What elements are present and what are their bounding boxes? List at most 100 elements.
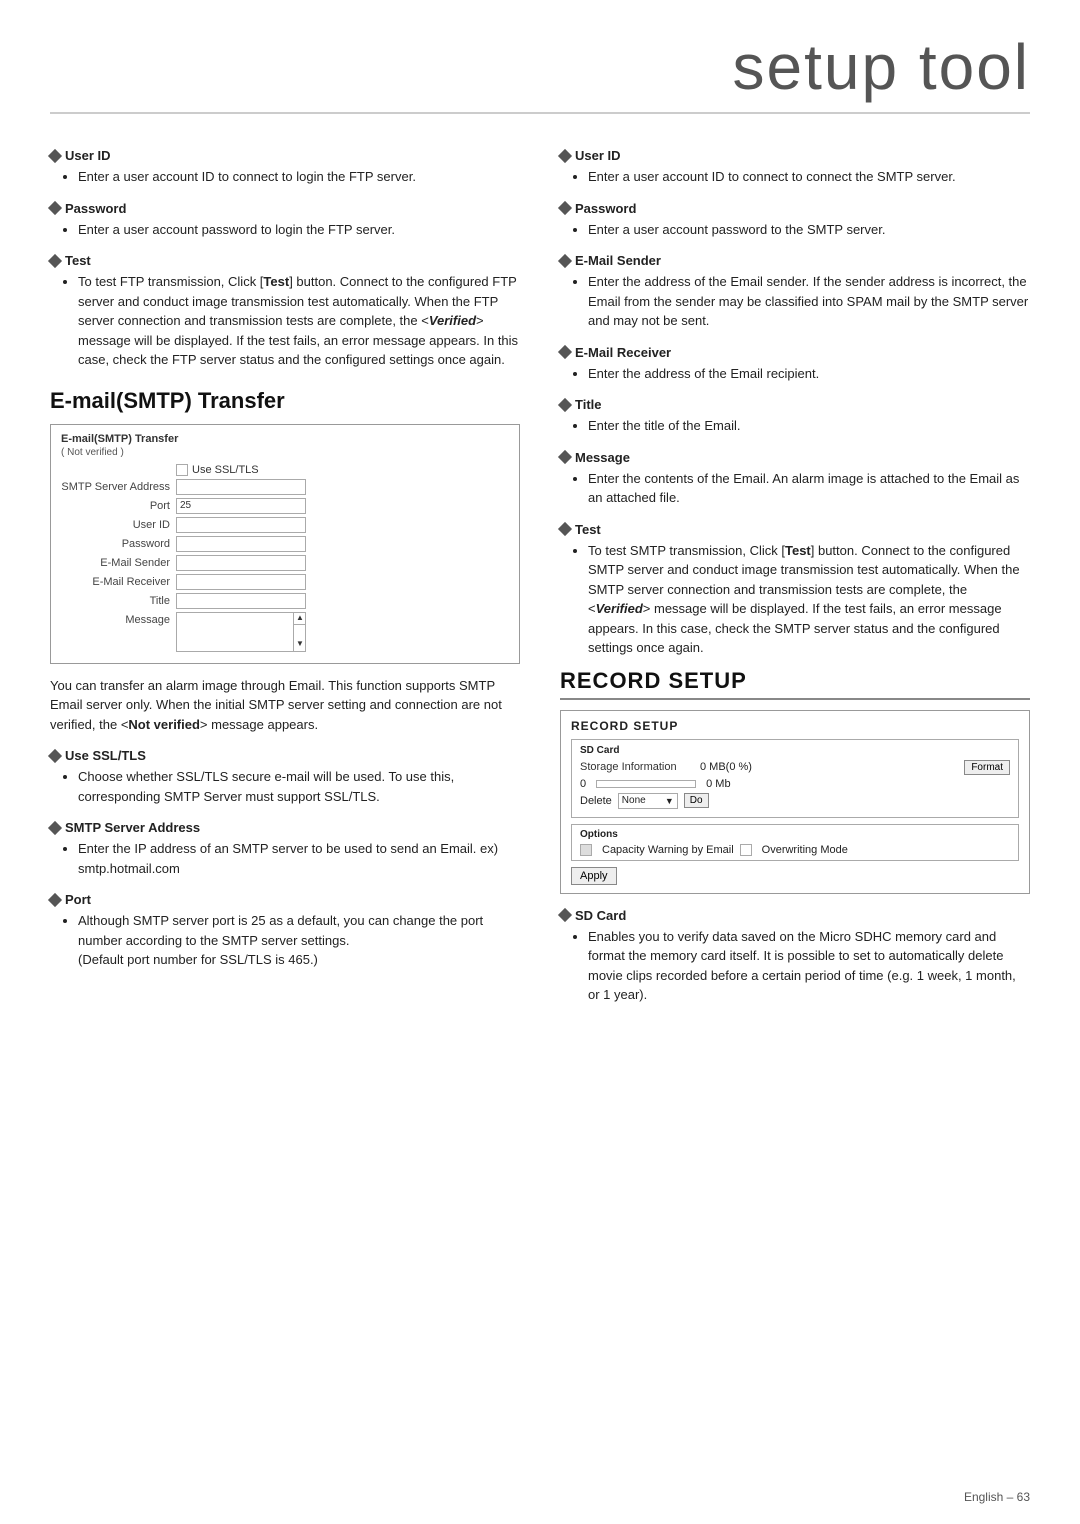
scroll-up-icon[interactable]: ▲ <box>294 613 306 625</box>
capacity-warning-checkbox[interactable] <box>580 844 592 856</box>
footer: English – 63 <box>964 1490 1030 1504</box>
section-right-test: Test <box>560 522 1030 537</box>
progress-left-value: 0 <box>580 778 586 790</box>
port-input[interactable]: 25 <box>176 498 306 514</box>
section-use-ssl: Use SSL/TLS <box>50 748 520 763</box>
diamond-icon <box>48 892 62 906</box>
list-item: Choose whether SSL/TLS secure e-mail wil… <box>78 767 520 806</box>
section-left-test: Test <box>50 253 520 268</box>
section-left-user-id: User ID <box>50 148 520 163</box>
title-row: Title <box>61 593 509 609</box>
password-input[interactable] <box>176 536 306 552</box>
message-scrollbar: ▲ ▼ <box>293 613 305 651</box>
email-smtp-description: You can transfer an alarm image through … <box>50 676 520 735</box>
message-row: Message ▲ ▼ <box>61 612 509 652</box>
list-item: Enter the address of the Email sender. I… <box>588 272 1030 331</box>
main-content: User ID Enter a user account ID to conne… <box>50 134 1030 1011</box>
diamond-icon <box>48 253 62 267</box>
diamond-icon <box>48 148 62 162</box>
diamond-icon <box>558 908 572 922</box>
ui-box-subtitle: ( Not verified ) <box>61 447 509 458</box>
list-item: Enter the contents of the Email. An alar… <box>588 469 1030 508</box>
diamond-icon <box>558 450 572 464</box>
title-input[interactable] <box>176 593 306 609</box>
ssl-tls-label: Use SSL/TLS <box>192 464 259 476</box>
section-port: Port <box>50 892 520 907</box>
record-setup-title: RECORD SETUP <box>560 668 1030 700</box>
overwriting-mode-checkbox[interactable] <box>740 844 752 856</box>
list-item: To test FTP transmission, Click [Test] b… <box>78 272 520 370</box>
left-test-bullets: To test FTP transmission, Click [Test] b… <box>50 272 520 370</box>
title-bullets: Enter the title of the Email. <box>560 416 1030 436</box>
list-item: Although SMTP server port is 25 as a def… <box>78 911 520 970</box>
diamond-icon <box>48 201 62 215</box>
email-receiver-bullets: Enter the address of the Email recipient… <box>560 364 1030 384</box>
email-receiver-input[interactable] <box>176 574 306 590</box>
do-button[interactable]: Do <box>684 793 709 808</box>
storage-info-label: Storage Information <box>580 761 700 773</box>
email-sender-label: E-Mail Sender <box>61 557 176 569</box>
page: setup tool User ID Enter a user account … <box>0 0 1080 1524</box>
email-receiver-label: E-Mail Receiver <box>61 576 176 588</box>
section-title: Title <box>560 397 1030 412</box>
delete-row: Delete None ▼ Do <box>580 793 1010 809</box>
left-password-bullets: Enter a user account password to login t… <box>50 220 520 240</box>
ssl-tls-row: Use SSL/TLS <box>61 464 509 476</box>
message-bullets: Enter the contents of the Email. An alar… <box>560 469 1030 508</box>
list-item: Enter a user account password to login t… <box>78 220 520 240</box>
list-item: Enter the IP address of an SMTP server t… <box>78 839 520 878</box>
smtp-server-label: SMTP Server Address <box>61 481 176 493</box>
email-sender-bullets: Enter the address of the Email sender. I… <box>560 272 1030 331</box>
sd-card-ui-section: SD Card Storage Information 0 MB(0 %) Fo… <box>571 739 1019 818</box>
section-email-sender: E-Mail Sender <box>560 253 1030 268</box>
port-row: Port 25 <box>61 498 509 514</box>
apply-button[interactable]: Apply <box>571 867 617 885</box>
password-row: Password <box>61 536 509 552</box>
progress-bar <box>596 780 696 788</box>
section-left-password: Password <box>50 201 520 216</box>
smtp-server-input[interactable] <box>176 479 306 495</box>
options-row: Capacity Warning by Email Overwriting Mo… <box>580 844 1010 856</box>
user-id-input[interactable] <box>176 517 306 533</box>
port-label: Port <box>61 500 176 512</box>
list-item: To test SMTP transmission, Click [Test] … <box>588 541 1030 658</box>
capacity-warning-label: Capacity Warning by Email <box>602 844 734 856</box>
list-item: Enter a user account password to the SMT… <box>588 220 1030 240</box>
delete-select[interactable]: None ▼ <box>618 793 678 809</box>
options-section-label: Options <box>580 829 1010 840</box>
format-button[interactable]: Format <box>964 760 1010 775</box>
section-smtp-address: SMTP Server Address <box>50 820 520 835</box>
diamond-icon <box>558 253 572 267</box>
ssl-tls-checkbox[interactable] <box>176 464 188 476</box>
section-message: Message <box>560 450 1030 465</box>
email-smtp-title: E-mail(SMTP) Transfer <box>50 388 520 414</box>
right-user-id-bullets: Enter a user account ID to connect to co… <box>560 167 1030 187</box>
diamond-icon <box>558 345 572 359</box>
record-setup-ui-box: RECORD SETUP SD Card Storage Information… <box>560 710 1030 894</box>
diamond-icon <box>558 522 572 536</box>
right-column: User ID Enter a user account ID to conne… <box>560 134 1030 1011</box>
email-sender-input[interactable] <box>176 555 306 571</box>
options-ui-section: Options Capacity Warning by Email Overwr… <box>571 824 1019 861</box>
list-item: Enter the title of the Email. <box>588 416 1030 436</box>
section-email-receiver: E-Mail Receiver <box>560 345 1030 360</box>
right-password-bullets: Enter a user account password to the SMT… <box>560 220 1030 240</box>
section-sd-card: SD Card <box>560 908 1030 923</box>
diamond-icon <box>48 748 62 762</box>
select-arrow-icon: ▼ <box>665 796 674 806</box>
footer-text: English – 63 <box>964 1490 1030 1504</box>
progress-right-value: 0 Mb <box>706 778 730 790</box>
list-item: Enter a user account ID to connect to co… <box>588 167 1030 187</box>
overwriting-mode-label: Overwriting Mode <box>762 844 848 856</box>
storage-info-value: 0 MB(0 %) <box>700 761 752 773</box>
delete-label: Delete <box>580 795 612 807</box>
scroll-down-icon[interactable]: ▼ <box>294 639 306 651</box>
email-receiver-row: E-Mail Receiver <box>61 574 509 590</box>
message-textarea[interactable]: ▲ ▼ <box>176 612 306 652</box>
ui-box-title: E-mail(SMTP) Transfer <box>61 433 509 445</box>
smtp-address-bullets: Enter the IP address of an SMTP server t… <box>50 839 520 878</box>
password-label: Password <box>61 538 176 550</box>
user-id-row: User ID <box>61 517 509 533</box>
progress-row: 0 0 Mb <box>580 778 1010 790</box>
title-label: Title <box>61 595 176 607</box>
